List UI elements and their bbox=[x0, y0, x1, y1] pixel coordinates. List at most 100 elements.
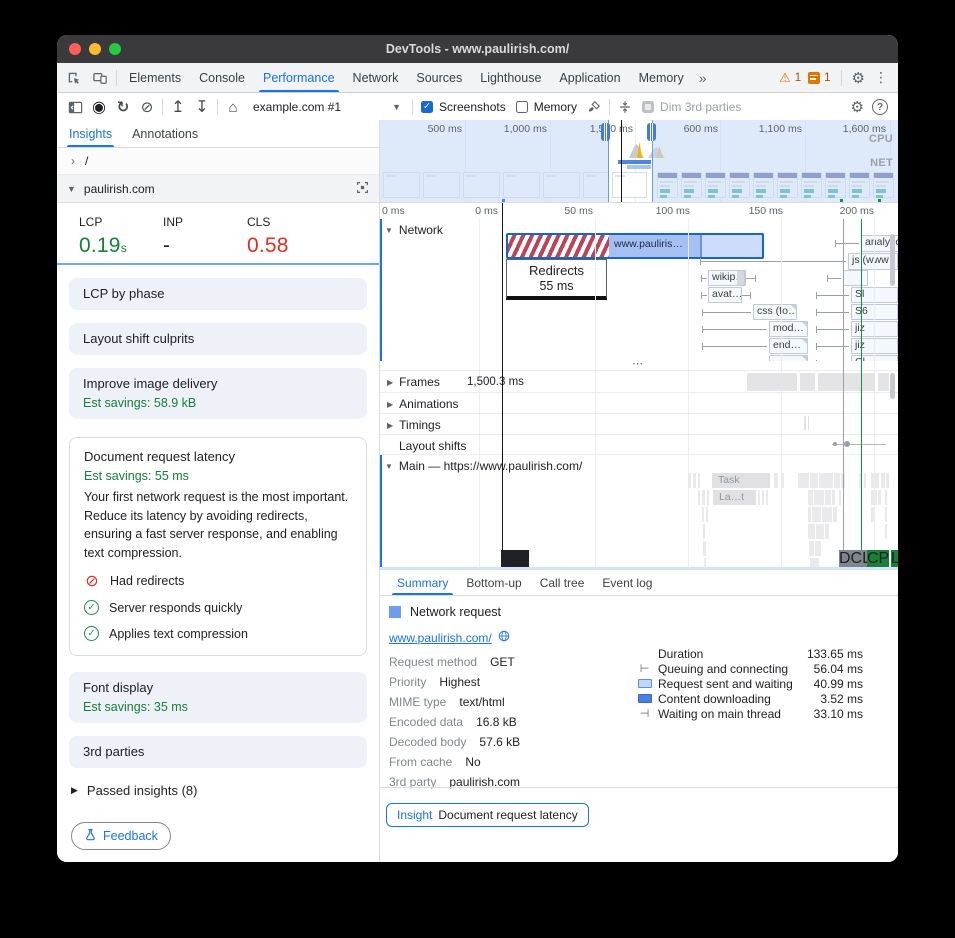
memory-checkbox[interactable]: Memory bbox=[511, 100, 582, 114]
settings-gear-icon[interactable]: ⚙ bbox=[852, 69, 865, 87]
main-thread-task[interactable] bbox=[693, 473, 696, 488]
main-thread-task[interactable] bbox=[774, 473, 778, 488]
record-button[interactable]: ◉ bbox=[87, 95, 111, 119]
main-thread-task[interactable] bbox=[822, 507, 832, 522]
tab-application[interactable]: Application bbox=[550, 63, 629, 92]
main-document-request-bar[interactable]: www.pauliris… bbox=[506, 233, 764, 259]
scenario-select[interactable]: example.com #1 ▼ bbox=[245, 100, 409, 114]
tab-network[interactable]: Network bbox=[344, 63, 408, 92]
main-thread-track-header[interactable]: ▼ Main — https://www.paulirish.com/ bbox=[385, 459, 582, 473]
tab-performance[interactable]: Performance bbox=[254, 63, 344, 92]
save-profile-icon[interactable]: ↧ bbox=[190, 95, 214, 119]
main-thread-task[interactable] bbox=[885, 490, 887, 505]
request-url-link[interactable]: www.paulirish.com/ bbox=[389, 631, 492, 645]
main-thread-task[interactable] bbox=[871, 507, 874, 522]
main-thread-task[interactable] bbox=[864, 473, 866, 488]
clear-recording-button[interactable]: ⊘ bbox=[135, 95, 159, 119]
sidebar-url-row[interactable]: › / bbox=[57, 148, 379, 175]
focus-target-icon[interactable] bbox=[356, 181, 369, 197]
main-thread-task[interactable] bbox=[702, 507, 704, 522]
tab-sources[interactable]: Sources bbox=[407, 63, 471, 92]
main-thread-task[interactable] bbox=[798, 473, 809, 488]
feedback-button[interactable]: Feedback bbox=[71, 822, 171, 850]
main-thread-task[interactable] bbox=[825, 490, 831, 505]
main-thread-task[interactable]: La…t bbox=[713, 490, 756, 505]
details-tab-bottom-up[interactable]: Bottom-up bbox=[457, 570, 530, 595]
more-options-icon[interactable]: ⋮ bbox=[872, 69, 890, 86]
main-thread-task[interactable] bbox=[766, 490, 768, 505]
main-thread-task[interactable] bbox=[808, 524, 815, 539]
main-thread-task[interactable] bbox=[808, 490, 813, 505]
animations-track-header[interactable]: ▶ Animations bbox=[387, 397, 459, 411]
main-thread-task[interactable] bbox=[698, 490, 700, 505]
main-thread-task[interactable] bbox=[702, 490, 705, 505]
tab-lighthouse[interactable]: Lighthouse bbox=[471, 63, 550, 92]
device-toolbar-icon[interactable] bbox=[87, 63, 113, 92]
home-icon[interactable]: ⌂ bbox=[221, 95, 245, 119]
main-thread-task[interactable] bbox=[881, 473, 885, 488]
main-thread-task[interactable] bbox=[758, 490, 760, 505]
close-window-button[interactable] bbox=[69, 43, 81, 55]
track-resize-handle[interactable]: ⋯ bbox=[620, 357, 656, 370]
flame-chart[interactable]: ▼ Network www.pauliris… Redirects 55 ms … bbox=[380, 203, 898, 570]
details-tab-call-tree[interactable]: Call tree bbox=[531, 570, 594, 595]
globe-icon[interactable] bbox=[498, 629, 510, 647]
insight-chip-button[interactable]: Insight Document request latency bbox=[386, 803, 589, 827]
network-request[interactable]: end… bbox=[769, 338, 808, 354]
reload-and-record-button[interactable]: ↻ bbox=[111, 95, 135, 119]
layout-shifts-track-header[interactable]: Layout shifts bbox=[399, 439, 466, 453]
inspect-element-icon[interactable] bbox=[61, 63, 87, 92]
main-thread-task[interactable] bbox=[832, 490, 835, 505]
main-thread-task[interactable] bbox=[885, 507, 887, 522]
capture-settings-gear-icon[interactable]: ⚙ bbox=[851, 98, 864, 116]
warning-icon[interactable]: ⚠ bbox=[779, 70, 791, 86]
insight-card-layout-shift-culprits[interactable]: Layout shift culprits bbox=[69, 323, 367, 355]
main-thread-task[interactable] bbox=[688, 473, 691, 488]
timings-track-header[interactable]: ▶ Timings bbox=[387, 418, 441, 432]
main-thread-task[interactable] bbox=[819, 473, 833, 488]
network-request[interactable]: avat… bbox=[708, 287, 742, 303]
main-thread-task[interactable] bbox=[809, 541, 814, 556]
minimap-left-handle[interactable] bbox=[601, 123, 610, 141]
scrollbar-thumb[interactable] bbox=[890, 234, 895, 286]
main-thread-task[interactable] bbox=[825, 524, 829, 539]
main-thread-task[interactable] bbox=[781, 473, 784, 488]
main-thread-task[interactable] bbox=[885, 524, 887, 539]
insight-card-lcp-by-phase[interactable]: LCP by phase bbox=[69, 278, 367, 310]
network-request[interactable] bbox=[769, 355, 808, 361]
main-thread-task[interactable] bbox=[871, 473, 879, 488]
tab-memory[interactable]: Memory bbox=[630, 63, 693, 92]
more-tabs-button[interactable]: » bbox=[693, 70, 713, 86]
main-thread-task[interactable] bbox=[839, 490, 841, 505]
filmstrip-thumbnail[interactable] bbox=[612, 172, 647, 198]
main-thread-task[interactable] bbox=[812, 507, 821, 522]
main-thread-task[interactable] bbox=[808, 507, 811, 522]
main-thread-task[interactable] bbox=[810, 473, 818, 488]
minimize-window-button[interactable] bbox=[89, 43, 101, 55]
main-thread-task[interactable]: Task bbox=[712, 473, 770, 488]
insight-card-document-request-latency[interactable]: Document request latencyEst savings: 55 … bbox=[69, 437, 367, 656]
network-request[interactable]: css (fo… bbox=[753, 304, 797, 320]
timeline-minimap[interactable]: 500 ms1,000 ms1,500 ms600 ms1,100 ms1,60… bbox=[380, 120, 898, 203]
tab-console[interactable]: Console bbox=[190, 63, 254, 92]
main-thread-task[interactable] bbox=[706, 507, 708, 522]
main-thread-task[interactable] bbox=[816, 524, 824, 539]
main-thread-task[interactable] bbox=[762, 490, 764, 505]
main-thread-task[interactable] bbox=[886, 473, 889, 488]
insight-card-improve-image-delivery[interactable]: Improve image deliveryEst savings: 58.9 … bbox=[69, 368, 367, 419]
main-thread-task[interactable] bbox=[698, 473, 700, 488]
issues-icon[interactable] bbox=[808, 72, 820, 84]
scrollbar-thumb[interactable] bbox=[890, 373, 895, 399]
network-request[interactable]: mod… bbox=[769, 321, 808, 337]
collapse-tracks-icon[interactable] bbox=[613, 95, 637, 119]
screenshots-checkbox[interactable]: Screenshots bbox=[416, 100, 511, 114]
sidebar-tab-annotations[interactable]: Annotations bbox=[132, 120, 198, 147]
help-icon[interactable]: ? bbox=[872, 99, 888, 115]
toggle-sidebar-icon[interactable] bbox=[63, 95, 87, 119]
details-tab-summary[interactable]: Summary bbox=[388, 570, 457, 595]
main-thread-task[interactable] bbox=[878, 490, 881, 505]
main-thread-task[interactable] bbox=[703, 524, 705, 539]
network-request[interactable] bbox=[843, 270, 868, 286]
sidebar-tab-insights[interactable]: Insights bbox=[69, 120, 112, 147]
insight-card-font-display[interactable]: Font displayEst savings: 35 ms bbox=[69, 672, 367, 723]
